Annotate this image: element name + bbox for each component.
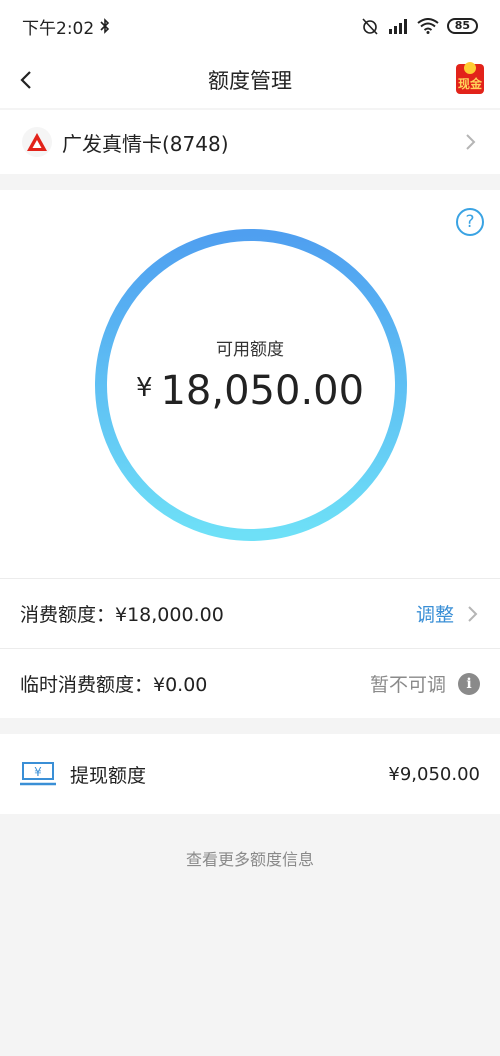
cash-note-icon: ¥ xyxy=(20,762,56,786)
chevron-left-icon xyxy=(20,71,31,89)
chevron-right-icon xyxy=(466,134,476,150)
cash-button[interactable]: 现金 xyxy=(456,62,484,94)
chevron-right-icon xyxy=(468,605,478,622)
wifi-icon xyxy=(417,18,439,34)
withdraw-limit-row[interactable]: ¥ 提现额度 ¥9,050.00 xyxy=(0,734,500,814)
status-left: 下午2:02 xyxy=(22,14,110,39)
temporary-limit-status: 暂不可调 i xyxy=(370,670,480,697)
coin-icon xyxy=(464,62,476,74)
currency-symbol: ¥ xyxy=(135,373,153,403)
bank-logo-icon xyxy=(22,127,52,157)
signal-icon xyxy=(388,19,407,34)
available-limit-label: 可用额度 xyxy=(216,340,284,360)
not-adjustable-text: 暂不可调 xyxy=(369,674,446,696)
status-time: 下午2:02 xyxy=(22,18,95,39)
more-limit-info-link[interactable]: 查看更多额度信息 xyxy=(0,846,500,870)
adjust-button[interactable]: 调整 xyxy=(416,600,454,627)
battery-indicator: 85 xyxy=(446,18,478,34)
available-limit-amount: ¥18,050.00 xyxy=(0,368,500,414)
back-button[interactable] xyxy=(12,64,40,96)
cash-badge-label: 现金 xyxy=(457,77,482,91)
consumption-limit-row[interactable]: 消费额度：¥18,000.00 调整 xyxy=(0,578,500,648)
info-icon[interactable]: i xyxy=(458,672,480,695)
consumption-limit-label: 消费额度：¥18,000.00 xyxy=(20,604,224,626)
available-limit-panel: ? 可用额度 ¥18,050.00 xyxy=(0,190,500,578)
help-icon[interactable]: ? xyxy=(456,208,484,236)
status-bar: 下午2:02 85 xyxy=(0,0,500,52)
limit-rows: 消费额度：¥18,000.00 调整 临时消费额度：¥0.00 暂不可调 i xyxy=(0,578,500,718)
temporary-limit-row: 临时消费额度：¥0.00 暂不可调 i xyxy=(0,648,500,718)
temporary-limit-label: 临时消费额度：¥0.00 xyxy=(20,674,208,696)
nav-bar: 额度管理 现金 xyxy=(0,52,500,108)
page-title: 额度管理 xyxy=(208,69,292,93)
card-name: 广发真情卡(8748) xyxy=(62,131,229,156)
available-limit-value: 18,050.00 xyxy=(160,368,365,414)
withdraw-limit-amount: ¥9,050.00 xyxy=(388,763,480,785)
withdraw-limit-label: 提现额度 xyxy=(70,764,147,787)
bluetooth-icon xyxy=(100,18,110,34)
status-right: 85 xyxy=(361,17,478,35)
alarm-off-icon xyxy=(362,18,378,35)
adjust-action[interactable]: 调整 xyxy=(416,600,480,627)
svg-text:¥: ¥ xyxy=(34,765,42,779)
card-selector[interactable]: 广发真情卡(8748) xyxy=(0,110,500,174)
